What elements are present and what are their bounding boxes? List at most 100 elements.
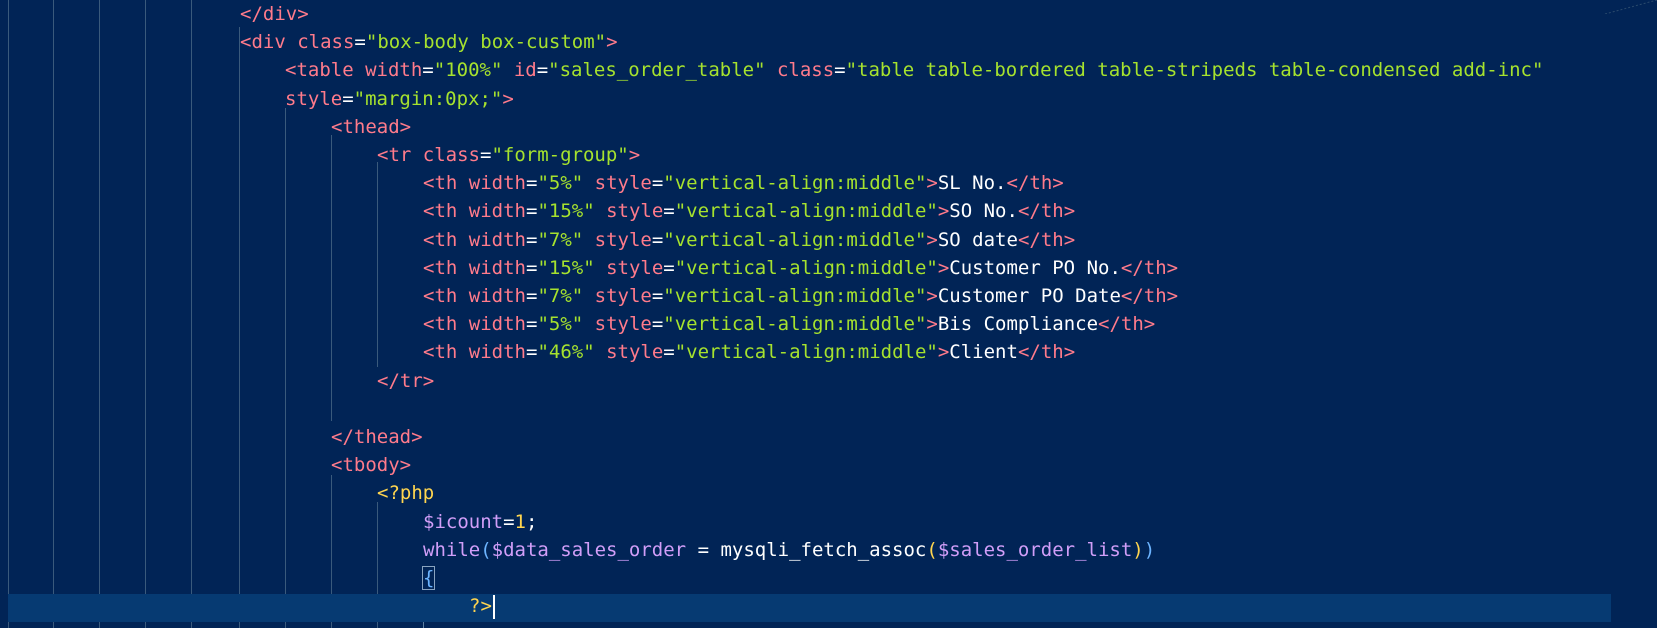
code-line[interactable]: while($data_sales_order = mysqli_fetch_a… [423, 536, 1155, 564]
code-token: Bis Compliance [937, 313, 1099, 336]
code-token: ) [1132, 538, 1144, 561]
code-token: width [457, 228, 526, 251]
code-token: style [583, 313, 652, 336]
code-token: = [686, 538, 721, 561]
code-token: class [285, 31, 355, 54]
code-token: $sales_order_list [937, 538, 1133, 561]
code-token: </ [1098, 313, 1121, 336]
code-token: "vertical-align:middle" [674, 256, 938, 279]
code-token: 1 [514, 510, 526, 533]
code-token: > [606, 31, 618, 54]
code-line[interactable]: <div class="box-body box-custom"> [240, 28, 618, 56]
code-token: style [594, 200, 664, 223]
code-token: </ [331, 426, 354, 448]
code-token: $data_sales_order [491, 538, 687, 561]
code-line[interactable]: </div> [240, 0, 309, 28]
code-token: class [411, 144, 480, 166]
code-token: "vertical-align:middle" [663, 228, 927, 251]
code-token: < [423, 341, 435, 364]
code-line[interactable]: $icount=1; [423, 508, 537, 536]
code-token: th [434, 172, 458, 195]
code-token: "5%" [537, 313, 584, 336]
code-token: SO No. [949, 200, 1018, 223]
code-token: "100%" [433, 59, 503, 82]
code-token: > [937, 341, 950, 364]
code-token: "vertical-align:middle" [674, 341, 938, 364]
code-line[interactable]: <th width="5%" style="vertical-align:mid… [423, 169, 1064, 197]
code-token: = [536, 59, 549, 82]
code-line[interactable]: <table width="100%" id="sales_order_tabl… [285, 56, 1543, 84]
code-line[interactable]: </thead> [331, 423, 423, 451]
code-line[interactable]: <tr class="form-group"> [377, 141, 640, 169]
code-token: width [457, 172, 526, 195]
code-token: > [1166, 256, 1179, 279]
code-token: > [926, 313, 938, 336]
code-token: = [663, 256, 675, 279]
code-token: > [422, 369, 435, 392]
code-token: = [651, 285, 664, 307]
code-token: < [331, 115, 343, 138]
code-line[interactable]: ?> [469, 592, 495, 620]
code-line[interactable]: </tr> [377, 367, 434, 395]
code-line[interactable]: <th width="46%" style="vertical-align:mi… [423, 338, 1075, 366]
code-token: th [1143, 285, 1167, 307]
code-line[interactable]: style="margin:0px;"> [285, 85, 514, 113]
code-token: tbody [342, 454, 400, 477]
code-token: width [457, 256, 526, 279]
code-token: = [525, 172, 538, 195]
code-token: < [423, 313, 435, 336]
indent-guide [99, 0, 100, 628]
code-token: ( [926, 538, 938, 561]
code-token: < [331, 454, 343, 477]
code-line[interactable]: <th width="5%" style="vertical-align:mid… [423, 310, 1155, 338]
current-line-highlight [8, 594, 1611, 622]
code-line[interactable]: <th width="15%" style="vertical-align:mi… [423, 197, 1075, 225]
code-line[interactable]: <th width="7%" style="vertical-align:mid… [423, 226, 1075, 254]
code-token: < [285, 59, 297, 82]
code-token: > [937, 256, 950, 279]
code-token: tr [388, 144, 412, 166]
code-token: th [1040, 200, 1064, 223]
code-token: = [479, 144, 492, 166]
code-token: th [1040, 341, 1064, 364]
code-token: "15%" [537, 200, 595, 223]
code-token: </ [240, 3, 263, 25]
code-token: < [423, 285, 435, 307]
code-token: </ [1120, 256, 1144, 279]
code-token: "box-body box-custom" [365, 31, 607, 54]
code-line[interactable]: <tbody> [331, 451, 411, 479]
indent-guide [285, 108, 286, 628]
code-line[interactable]: { [421, 564, 436, 592]
indent-guide [239, 27, 240, 628]
code-token: ) [1143, 538, 1156, 561]
code-token: > [411, 426, 423, 448]
code-token: thead [342, 115, 400, 138]
code-token: style [583, 285, 652, 307]
code-token: "table table-bordered table-stripeds tab… [845, 59, 1544, 82]
code-token: </ [1006, 172, 1030, 195]
code-token: "7%" [537, 228, 584, 251]
code-token: "vertical-align:middle" [663, 172, 927, 195]
code-token: Customer PO Date [937, 285, 1121, 307]
code-token: style [583, 228, 652, 251]
code-token: class [765, 59, 835, 82]
code-token: > [502, 87, 514, 110]
code-token: > [1063, 341, 1076, 364]
code-token: Customer PO No. [949, 256, 1121, 279]
code-token: > [1143, 313, 1156, 336]
code-line[interactable]: <th width="15%" style="vertical-align:mi… [423, 254, 1178, 282]
code-token: table [296, 59, 354, 82]
code-token: "5%" [537, 172, 584, 195]
code-token: = [525, 200, 538, 223]
code-line[interactable]: <?php [377, 479, 434, 507]
code-token: "sales_order_table" [548, 59, 766, 82]
code-line[interactable]: <thead> [331, 113, 411, 141]
code-token: < [240, 31, 252, 54]
code-token: > [1063, 228, 1076, 251]
code-token: < [423, 228, 435, 251]
code-token: > [399, 454, 412, 477]
code-token: SO date [937, 228, 1018, 251]
code-line[interactable]: <th width="7%" style="vertical-align:mid… [423, 282, 1178, 310]
code-editor[interactable]: </div> <div class="box-body box-custom"> <… [0, 0, 1657, 628]
code-token: width [353, 59, 423, 82]
